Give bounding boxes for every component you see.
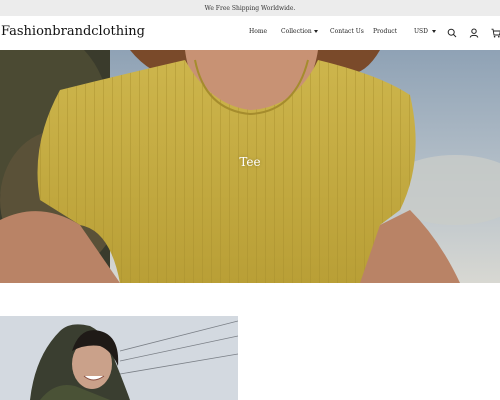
site-logo[interactable]: Fashionbrandclothing xyxy=(1,24,145,39)
nav-home-label: Home xyxy=(249,28,268,35)
account-icon[interactable] xyxy=(468,27,480,39)
nav-product[interactable]: Product xyxy=(373,28,397,35)
site-header: Fashionbrandclothing Home Collection Con… xyxy=(0,16,500,50)
currency-selector[interactable]: USD xyxy=(414,28,436,35)
currency-label: USD xyxy=(414,28,428,35)
nav-contact-label: Contact Us xyxy=(330,28,364,35)
announcement-text: We Free Shipping Worldwide. xyxy=(204,4,296,12)
announcement-bar: We Free Shipping Worldwide. xyxy=(0,0,500,16)
hero-banner[interactable]: Tee xyxy=(0,50,500,283)
chevron-down-icon xyxy=(313,30,318,33)
product-image xyxy=(0,316,238,400)
search-icon[interactable] xyxy=(446,27,458,39)
hero-title: Tee xyxy=(239,155,261,169)
nav-collection[interactable]: Collection xyxy=(281,28,318,35)
nav-home[interactable]: Home xyxy=(249,28,267,35)
cart-icon[interactable] xyxy=(490,27,500,39)
nav-product-label: Product xyxy=(373,28,397,35)
nav-collection-label: Collection xyxy=(281,28,312,35)
chevron-down-icon xyxy=(431,30,436,33)
product-card-image[interactable] xyxy=(0,316,238,400)
nav-contact-us[interactable]: Contact Us xyxy=(330,28,364,35)
